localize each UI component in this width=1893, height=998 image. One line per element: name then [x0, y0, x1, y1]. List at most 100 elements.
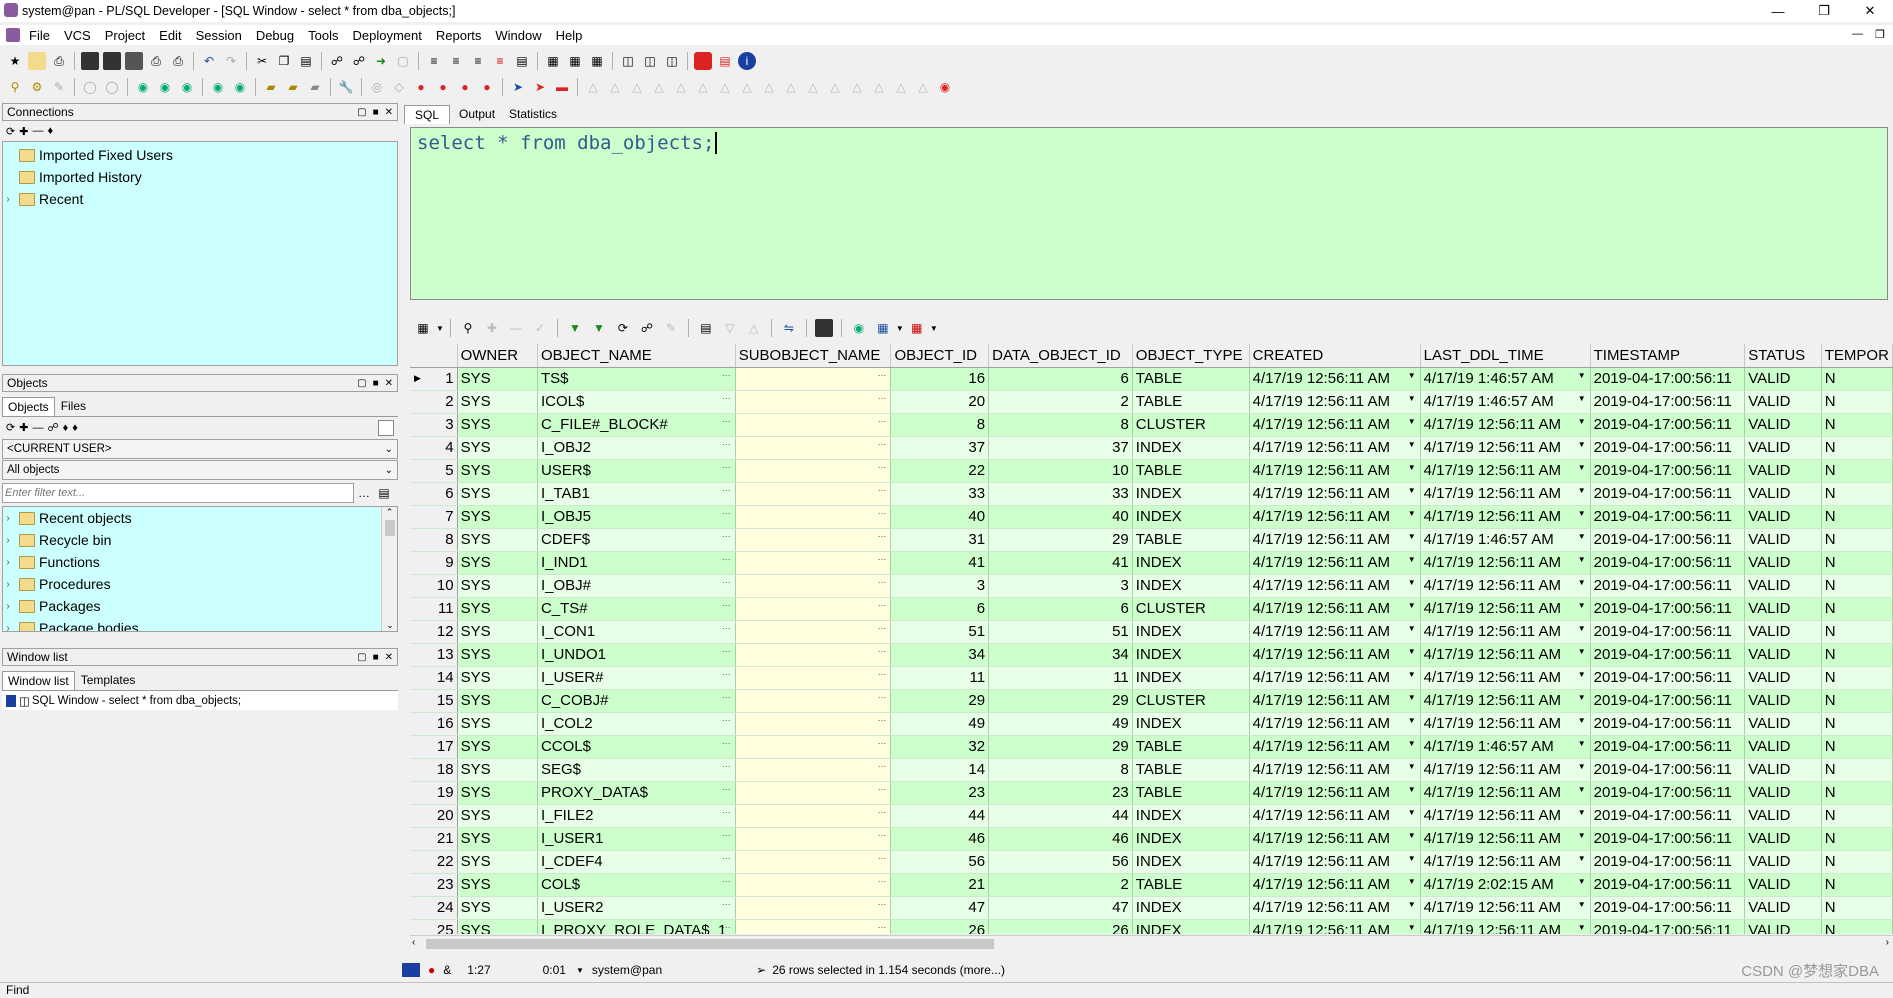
dropdown-icon[interactable]: ▼ — [1578, 624, 1586, 633]
ellipsis-button-icon[interactable]: … — [877, 667, 886, 677]
table-cell[interactable]: 2019-04-17:00:56:11 — [1590, 896, 1746, 920]
dropdown-icon[interactable]: ▼ — [1408, 371, 1416, 380]
table-cell[interactable]: SYS — [457, 850, 538, 874]
table-cell[interactable]: VALID — [1744, 781, 1822, 805]
ellipsis-button-icon[interactable]: … — [722, 391, 731, 401]
dropdown-icon[interactable]: ▼ — [1408, 601, 1416, 610]
dropdown-icon[interactable]: ▼ — [1408, 486, 1416, 495]
table-cell[interactable]: N — [1821, 873, 1893, 897]
table-cell[interactable]: 34 — [890, 643, 990, 667]
table-row[interactable]: 7 SYS I_OBJ5…… 40 40 INDEX 4/17/19 12:56:11 AM… — [410, 505, 1893, 529]
row-number[interactable]: 15 — [410, 689, 458, 713]
indent-icon[interactable]: ≡ — [425, 52, 443, 70]
table-cell[interactable]: VALID — [1744, 758, 1822, 782]
table-cell[interactable]: 26 — [890, 919, 990, 934]
column-header[interactable]: TEMPOR — [1821, 344, 1893, 368]
table-cell[interactable]: I_TAB1… — [537, 482, 736, 506]
debug-2-icon[interactable]: △ — [606, 78, 624, 96]
table-cell[interactable]: VALID — [1744, 505, 1822, 529]
menu-window[interactable]: Window — [488, 28, 548, 43]
table-cell[interactable]: INDEX — [1132, 896, 1250, 920]
ellipsis-button-icon[interactable]: … — [877, 805, 886, 815]
table-row[interactable]: 22 SYS I_CDEF4…… 56 56 INDEX 4/17/19 12:56:11 … — [410, 850, 1893, 874]
table-cell[interactable]: VALID — [1744, 413, 1822, 437]
debug-8-icon[interactable]: △ — [738, 78, 756, 96]
row-number[interactable]: 4 — [410, 436, 458, 460]
table-cell[interactable]: 4/17/19 12:56:11 AM ▼ — [1420, 551, 1591, 575]
debug-1-icon[interactable]: △ — [584, 78, 602, 96]
table-cell[interactable]: 4/17/19 12:56:11 AM ▼ — [1249, 413, 1421, 437]
column-header[interactable]: OBJECT_ID — [890, 344, 990, 368]
table-cell[interactable]: SYS — [457, 873, 538, 897]
ellipsis-button-icon[interactable]: … — [722, 414, 731, 424]
table-cell[interactable]: N — [1821, 896, 1893, 920]
row-number[interactable]: 7 — [410, 505, 458, 529]
table-cell[interactable]: VALID — [1744, 643, 1822, 667]
edit-icon[interactable]: ✎ — [50, 78, 68, 96]
table-cell[interactable]: 4/17/19 12:56:11 AM ▼ — [1249, 781, 1421, 805]
table-cell[interactable]: I_CON1… — [537, 620, 736, 644]
row-number[interactable]: 11 — [410, 597, 458, 621]
table-cell[interactable]: 4/17/19 12:56:11 AM ▼ — [1249, 758, 1421, 782]
plug-4-icon[interactable]: ● — [478, 78, 496, 96]
ellipsis-button-icon[interactable]: … — [722, 713, 731, 723]
table-cell[interactable]: 4/17/19 12:56:11 AM ▼ — [1420, 459, 1591, 483]
gear-icon[interactable]: ⚙ — [28, 78, 46, 96]
expand-icon[interactable]: › — [3, 194, 13, 205]
table-cell[interactable]: 4/17/19 12:56:11 AM ▼ — [1249, 827, 1421, 851]
table-cell[interactable]: TABLE — [1132, 459, 1250, 483]
ellipsis-button-icon[interactable]: … — [877, 391, 886, 401]
table-cell[interactable]: 10 — [988, 459, 1133, 483]
minimize-button[interactable]: — — [1755, 0, 1801, 22]
dropdown-icon[interactable]: ▼ — [1408, 785, 1416, 794]
table-cell[interactable]: … — [735, 758, 892, 782]
ellipsis-button-icon[interactable]: … — [877, 690, 886, 700]
ellipsis-button-icon[interactable]: … — [722, 368, 731, 378]
table-cell[interactable]: 2019-04-17:00:56:11 — [1590, 597, 1746, 621]
dropdown-icon[interactable]: ▼ — [1408, 624, 1416, 633]
table-cell[interactable]: 4/17/19 12:56:11 AM ▼ — [1249, 850, 1421, 874]
objects-type-select[interactable]: All objects ⌄ — [2, 460, 398, 480]
table-cell[interactable]: I_UNDO1… — [537, 643, 736, 667]
ellipsis-button-icon[interactable]: … — [877, 414, 886, 424]
table-row[interactable]: 6 SYS I_TAB1…… 33 33 INDEX 4/17/19 12:56:11 AM… — [410, 482, 1893, 506]
layout-3-icon[interactable]: ◫ — [663, 52, 681, 70]
arrow-right-red-icon[interactable]: ➤ — [531, 78, 549, 96]
table-cell[interactable]: N — [1821, 620, 1893, 644]
tree-item-recycle-bin[interactable]: › Recycle bin — [3, 529, 397, 551]
remove-icon[interactable]: — — [32, 422, 43, 434]
table-cell[interactable]: 26 — [988, 919, 1133, 934]
break-icon[interactable]: ◉ — [936, 78, 954, 96]
tree-item-recent-objects[interactable]: › Recent objects — [3, 507, 397, 529]
bookmark-icon[interactable]: ▢ — [394, 52, 412, 70]
filter-alt-icon[interactable]: ♦ — [72, 422, 78, 434]
table-cell[interactable]: SYS — [457, 459, 538, 483]
dropdown-icon[interactable]: ▼ — [1578, 670, 1586, 679]
table-row[interactable]: 18 SYS SEG$…… 14 8 TABLE 4/17/19 12:56:11 AM ▼ 4… — [410, 758, 1893, 782]
table-cell[interactable]: 29 — [890, 689, 990, 713]
tab-templates[interactable]: Templates — [75, 670, 142, 690]
table-cell[interactable]: SYS — [457, 390, 538, 414]
table-cell[interactable]: 4/17/19 12:56:11 AM ▼ — [1249, 459, 1421, 483]
table-cell[interactable]: SYS — [457, 574, 538, 598]
dropdown-icon[interactable]: ▼ — [1408, 509, 1416, 518]
table-cell[interactable]: VALID — [1744, 873, 1822, 897]
window-arrange-icon[interactable]: ▦ — [588, 52, 606, 70]
uppercase-icon[interactable]: ▤ — [513, 52, 531, 70]
tree-item-package-bodies[interactable]: › Package bodies — [3, 617, 397, 631]
table-cell[interactable]: SYS — [457, 758, 538, 782]
menu-project[interactable]: Project — [98, 28, 152, 43]
table-cell[interactable]: 2019-04-17:00:56:11 — [1590, 505, 1746, 529]
ellipsis-button-icon[interactable]: … — [722, 552, 731, 562]
sort-asc-icon[interactable]: △ — [745, 319, 763, 337]
dropdown-icon[interactable]: ▼ — [1408, 693, 1416, 702]
ellipsis-button-icon[interactable]: … — [877, 483, 886, 493]
table-row[interactable]: 19 SYS PROXY_DATA$…… 23 23 TABLE 4/17/19 12:56… — [410, 781, 1893, 805]
table-cell[interactable]: I_OBJ5… — [537, 505, 736, 529]
dropdown-icon[interactable]: ▼ — [1578, 877, 1586, 886]
table-cell[interactable]: VALID — [1744, 436, 1822, 460]
table-cell[interactable]: SYS — [457, 620, 538, 644]
dropdown-icon[interactable]: ▼ — [1408, 716, 1416, 725]
ellipsis-button-icon[interactable]: … — [877, 644, 886, 654]
table-cell[interactable]: 4/17/19 12:56:11 AM ▼ — [1249, 390, 1421, 414]
